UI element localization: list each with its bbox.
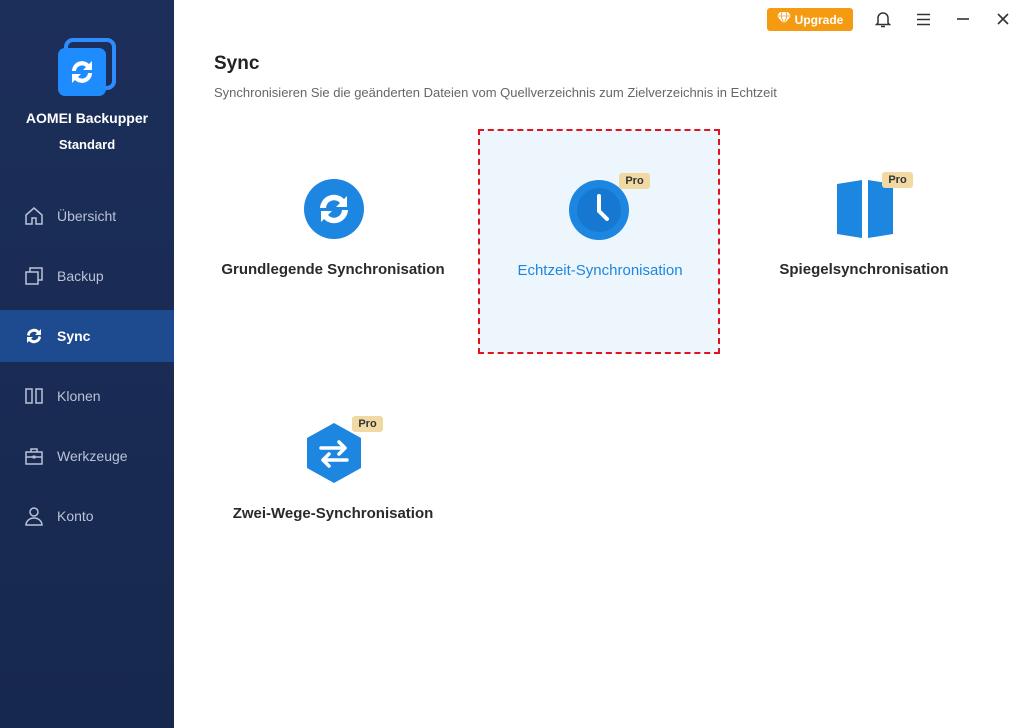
option-realtime-sync[interactable]: Pro Echtzeit-Synchronisation (478, 129, 720, 354)
sidebar-item-label: Werkzeuge (57, 448, 128, 464)
sidebar-item-label: Konto (57, 508, 94, 524)
sidebar-item-backup[interactable]: Backup (0, 250, 174, 302)
diamond-icon (776, 11, 791, 27)
option-two-way-sync[interactable]: Pro Zwei-Wege-Synchronisation (213, 374, 453, 598)
close-icon[interactable] (994, 10, 1012, 28)
sidebar-item-label: Backup (57, 268, 104, 284)
sidebar-item-label: Übersicht (57, 208, 117, 224)
home-icon (24, 206, 44, 226)
minimize-icon[interactable] (954, 10, 972, 28)
app-logo-icon (56, 38, 118, 100)
sidebar-item-uebersicht[interactable]: Übersicht (0, 190, 174, 242)
copy-icon (24, 266, 44, 286)
sync-icon (24, 326, 44, 346)
option-label: Spiegelsynchronisation (779, 261, 949, 278)
pro-badge: Pro (619, 173, 650, 189)
upgrade-label: Upgrade (794, 12, 844, 27)
user-icon (24, 506, 44, 526)
sidebar-item-sync[interactable]: Sync (0, 310, 174, 362)
sync-circle-icon (303, 178, 365, 240)
sidebar-item-konto[interactable]: Konto (0, 490, 174, 542)
page-subtitle: Synchronisieren Sie die geänderten Datei… (214, 85, 777, 100)
sidebar-item-label: Sync (57, 328, 91, 344)
option-label: Echtzeit-Synchronisation (517, 262, 683, 279)
toolbox-icon (24, 446, 44, 466)
option-basic-sync[interactable]: Grundlegende Synchronisation (213, 130, 453, 354)
option-label: Zwei-Wege-Synchronisation (232, 505, 434, 522)
app-name: AOMEI Backupper (25, 110, 149, 126)
sidebar-item-werkzeuge[interactable]: Werkzeuge (0, 430, 174, 482)
menu-icon[interactable] (914, 10, 932, 28)
sidebar-item-label: Klonen (57, 388, 101, 404)
option-mirror-sync[interactable]: Pro Spiegelsynchronisation (744, 130, 984, 354)
upgrade-button[interactable]: Upgrade (767, 8, 853, 31)
clone-icon (24, 386, 44, 406)
pro-badge: Pro (882, 172, 913, 188)
option-label: Grundlegende Synchronisation (221, 261, 445, 278)
page-title: Sync (214, 53, 260, 74)
sidebar-nav: Übersicht Backup Sync Klonen Werkzeuge K… (0, 190, 174, 550)
pro-badge: Pro (352, 416, 383, 432)
sidebar: AOMEI Backupper Standard Übersicht Backu… (0, 0, 174, 728)
sidebar-item-klonen[interactable]: Klonen (0, 370, 174, 422)
app-edition: Standard (58, 137, 116, 152)
bell-icon[interactable] (874, 10, 892, 28)
